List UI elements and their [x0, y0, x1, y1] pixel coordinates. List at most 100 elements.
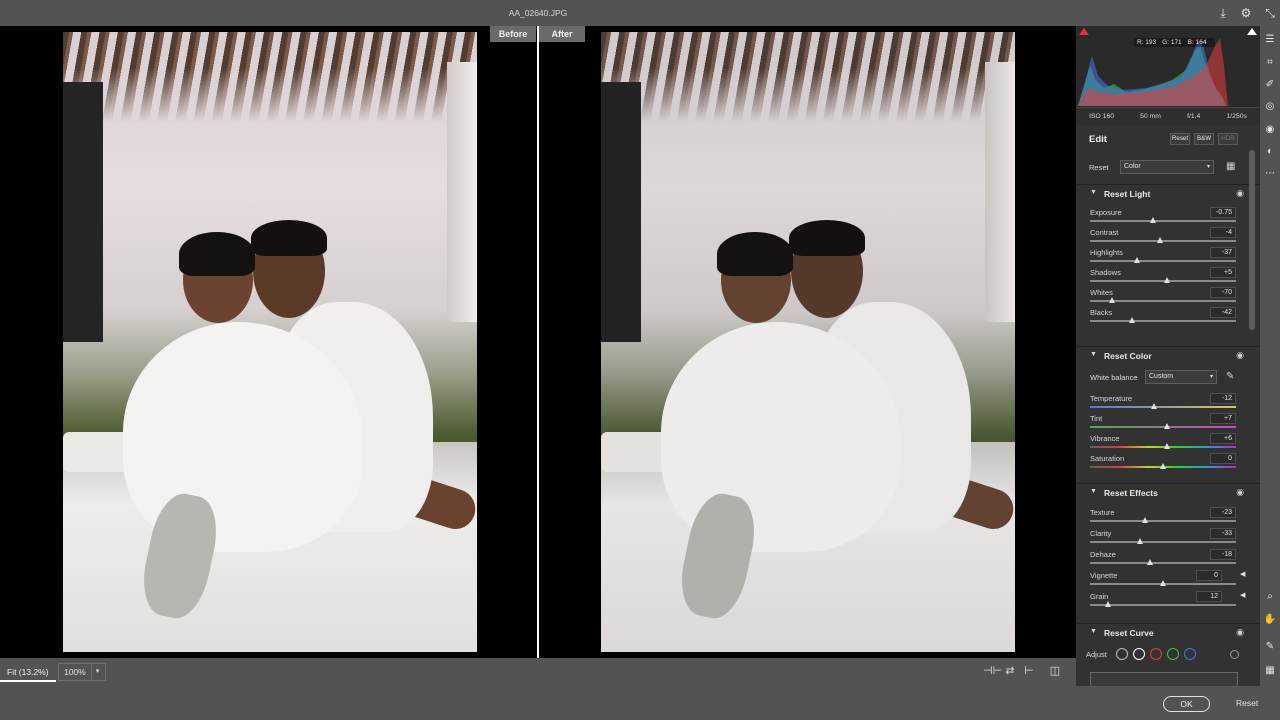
slider-whites[interactable]: Whites -70 — [1076, 287, 1260, 308]
slider-track[interactable] — [1090, 260, 1236, 262]
slider-track[interactable] — [1090, 220, 1236, 222]
slider-value-input[interactable]: +7 — [1210, 413, 1236, 424]
before-after-view-icon[interactable]: ⊣⊢ — [983, 663, 1002, 679]
eye-icon[interactable]: ◉ — [1236, 627, 1244, 638]
eye-icon[interactable]: ◉ — [1236, 350, 1244, 361]
eyedropper-icon[interactable]: ✎ — [1226, 371, 1234, 382]
slider-track[interactable] — [1090, 280, 1236, 282]
green-channel-icon[interactable] — [1167, 648, 1179, 660]
slider-value-input[interactable]: -37 — [1210, 247, 1236, 258]
slider-vibrance[interactable]: Vibrance +6 — [1076, 433, 1260, 454]
slider-value-input[interactable]: 0 — [1210, 453, 1236, 464]
ok-button[interactable]: OK — [1163, 696, 1210, 712]
slider-grain[interactable]: Grain 12 ◀ — [1076, 591, 1260, 612]
slider-thumb[interactable] — [1164, 423, 1171, 429]
slider-value-input[interactable]: -70 — [1210, 287, 1236, 298]
bw-button[interactable]: B&W — [1194, 133, 1214, 145]
white-balance-select[interactable]: Custom ▾ — [1145, 370, 1217, 384]
slider-thumb[interactable] — [1108, 297, 1115, 303]
slider-value-input[interactable]: -18 — [1210, 549, 1236, 560]
slider-value-input[interactable]: +6 — [1210, 433, 1236, 444]
slider-value-input[interactable]: -12 — [1210, 393, 1236, 404]
slider-clarity[interactable]: Clarity -33 — [1076, 528, 1260, 549]
slider-thumb[interactable] — [1149, 217, 1156, 223]
crop-icon[interactable]: ⌗ — [1263, 56, 1277, 70]
toggle-view-icon[interactable]: ◫ — [1047, 663, 1063, 679]
slider-thumb[interactable] — [1133, 257, 1140, 263]
slider-thumb[interactable] — [1104, 601, 1111, 607]
red-eye-icon[interactable]: ◉ — [1263, 123, 1277, 137]
copy-settings-icon[interactable]: ⊢ — [1021, 663, 1037, 679]
slider-tint[interactable]: Tint +7 — [1076, 413, 1260, 434]
blue-channel-icon[interactable] — [1184, 648, 1196, 660]
slider-track[interactable] — [1090, 520, 1236, 522]
slider-thumb[interactable] — [1160, 463, 1166, 469]
eye-icon[interactable]: ◉ — [1236, 487, 1244, 498]
parametric-curve-icon[interactable] — [1116, 648, 1128, 660]
slider-value-input[interactable]: -4 — [1210, 227, 1236, 238]
light-section-header[interactable]: ▼ Reset Light ◉ — [1076, 184, 1260, 202]
slider-value-input[interactable]: -33 — [1210, 528, 1236, 539]
slider-value-input[interactable]: -0.75 — [1210, 207, 1236, 218]
slider-thumb[interactable] — [1157, 237, 1164, 243]
slider-vignette[interactable]: Vignette 0 ◀ — [1076, 570, 1260, 591]
more-icon[interactable]: ⋯ — [1263, 167, 1277, 181]
slider-texture[interactable]: Texture -23 — [1076, 507, 1260, 528]
slider-thumb[interactable] — [1151, 403, 1158, 409]
target-adjust-icon[interactable] — [1230, 650, 1239, 659]
slider-saturation[interactable]: Saturation 0 — [1076, 453, 1260, 474]
slider-options-arrow-icon[interactable]: ◀ — [1240, 570, 1245, 578]
slider-value-input[interactable]: 12 — [1196, 591, 1222, 602]
slider-value-input[interactable]: -42 — [1210, 307, 1236, 318]
slider-thumb[interactable] — [1142, 517, 1149, 523]
image-canvas[interactable]: Before After — [0, 26, 1076, 658]
panel-scrollbar[interactable] — [1249, 150, 1255, 330]
slider-value-input[interactable]: +5 — [1210, 267, 1236, 278]
profile-browser-icon[interactable]: ▦ — [1226, 161, 1235, 172]
slider-track[interactable] — [1090, 320, 1236, 322]
hdr-button[interactable]: HDR — [1218, 133, 1238, 145]
masking-icon[interactable]: ◎ — [1263, 100, 1277, 114]
slider-value-input[interactable]: 0 — [1196, 570, 1222, 581]
slider-exposure[interactable]: Exposure -0.75 — [1076, 207, 1260, 228]
color-sampler-icon[interactable]: ✎ — [1263, 640, 1277, 654]
effects-section-header[interactable]: ▼ Reset Effects ◉ — [1076, 483, 1260, 501]
slider-thumb[interactable] — [1164, 443, 1171, 449]
curve-section-header[interactable]: ▼ Reset Curve ◉ — [1076, 623, 1260, 641]
slider-track[interactable] — [1090, 426, 1236, 428]
healing-icon[interactable]: ✐ — [1263, 78, 1277, 92]
presets-icon[interactable]: ◐ — [1263, 145, 1277, 159]
slider-thumb[interactable] — [1129, 317, 1136, 323]
slider-highlights[interactable]: Highlights -37 — [1076, 247, 1260, 268]
point-curve-icon[interactable] — [1133, 648, 1145, 660]
zoom-icon[interactable]: ⌕ — [1263, 590, 1277, 604]
slider-dehaze[interactable]: Dehaze -18 — [1076, 549, 1260, 570]
slider-thumb[interactable] — [1160, 580, 1166, 586]
swap-icon[interactable]: ⇄ — [1002, 663, 1018, 679]
slider-blacks[interactable]: Blacks -42 — [1076, 307, 1260, 328]
footer-reset-button[interactable]: Reset — [1236, 698, 1258, 708]
gear-icon[interactable]: ⚙ — [1238, 5, 1254, 21]
collapse-icon[interactable]: ⤡ — [1262, 5, 1278, 21]
profile-select[interactable]: Color ▾ — [1120, 160, 1214, 174]
slider-thumb[interactable] — [1146, 559, 1153, 565]
zoom-level-select[interactable]: 100% ▾ — [58, 663, 106, 681]
grid-overlay-icon[interactable]: ▦ — [1263, 664, 1277, 678]
slider-track[interactable] — [1090, 446, 1236, 448]
zoom-fit-button[interactable]: Fit (13.2%) — [0, 662, 56, 682]
reset-all-button[interactable]: Reset — [1170, 133, 1190, 145]
edit-sliders-icon[interactable]: ☰ — [1263, 33, 1277, 47]
slider-shadows[interactable]: Shadows +5 — [1076, 267, 1260, 288]
split-divider[interactable] — [537, 26, 539, 658]
eye-icon[interactable]: ◉ — [1236, 188, 1244, 199]
slider-track[interactable] — [1090, 604, 1236, 606]
slider-value-input[interactable]: -23 — [1210, 507, 1236, 518]
slider-thumb[interactable] — [1136, 538, 1143, 544]
color-section-header[interactable]: ▼ Reset Color ◉ — [1076, 346, 1260, 364]
download-icon[interactable]: ⤓ — [1215, 5, 1231, 21]
slider-temperature[interactable]: Temperature -12 — [1076, 393, 1260, 414]
hand-icon[interactable]: ✋ — [1263, 613, 1277, 627]
slider-thumb[interactable] — [1164, 277, 1171, 283]
red-channel-icon[interactable] — [1150, 648, 1162, 660]
slider-contrast[interactable]: Contrast -4 — [1076, 227, 1260, 248]
